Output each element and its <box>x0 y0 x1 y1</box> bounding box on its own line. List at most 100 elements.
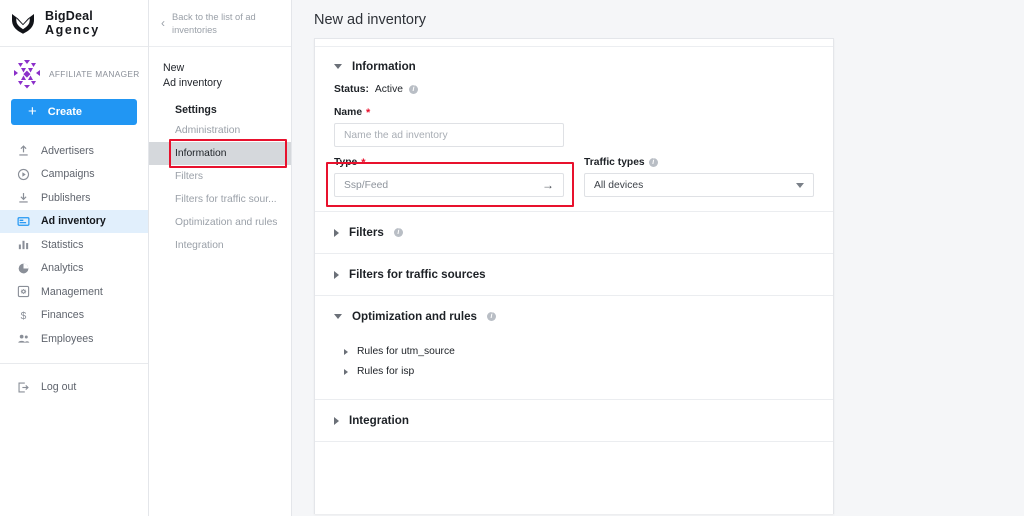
status-badge: Active <box>374 84 403 95</box>
brand-text: BigDeal Agency <box>45 9 100 37</box>
sidebar-item-campaigns[interactable]: Campaigns <box>0 163 148 187</box>
upload-arrow-icon <box>17 144 30 157</box>
subnav-item-integration[interactable]: Integration <box>149 234 291 257</box>
account-block[interactable]: AFFILIATE MANAGER <box>0 47 148 97</box>
caret-down-icon <box>334 314 342 319</box>
subnav-item-filters[interactable]: Filters <box>149 165 291 188</box>
page-title: New ad inventory <box>314 12 427 28</box>
type-label-text: Type <box>334 157 358 168</box>
form-card: Information Status: Active i Name * Name… <box>314 38 834 514</box>
traffic-types-field-group: Traffic types i All devices <box>584 157 814 197</box>
svg-text:$: $ <box>21 311 27 322</box>
sidebar-item-finances[interactable]: $ Finances <box>0 304 148 328</box>
bar-chart-icon <box>17 238 30 251</box>
name-field-label: Name * <box>334 107 564 118</box>
sidebar-item-advertisers[interactable]: Advertisers <box>0 139 148 163</box>
caret-right-icon <box>344 348 348 355</box>
sidebar-item-label: Advertisers <box>41 144 94 157</box>
section-integration-header[interactable]: Integration <box>315 400 833 441</box>
subnav-item-information-wrap: Information <box>149 139 291 169</box>
geometric-avatar-icon <box>12 59 42 89</box>
sidebar-item-management[interactable]: Management <box>0 280 148 304</box>
sidebar-nav: Advertisers Campaigns Publishers Ad inve… <box>0 137 148 399</box>
section-information-header[interactable]: Information <box>315 47 833 73</box>
type-select[interactable]: Ssp/Feed → <box>334 173 564 197</box>
primary-sidebar: BigDeal Agency AFFILIATE MANAGER + Creat… <box>0 0 149 516</box>
name-input-placeholder: Name the ad inventory <box>344 129 448 141</box>
subnav-item-optimization-and-rules[interactable]: Optimization and rules <box>149 211 291 234</box>
subnav-item-filters-traffic-sources[interactable]: Filters for traffic sour... <box>149 188 291 211</box>
info-icon[interactable]: i <box>486 312 496 321</box>
subnav-title-line1: New <box>163 62 185 74</box>
sidebar-item-ad-inventory[interactable]: Ad inventory <box>0 209 148 233</box>
info-icon[interactable]: i <box>648 158 658 167</box>
status-label: Status: <box>334 84 369 95</box>
sidebar-item-statistics[interactable]: Statistics <box>0 233 148 257</box>
brand-name-line2: Agency <box>45 23 100 37</box>
section-title: Information <box>352 60 416 73</box>
subnav-item-information[interactable]: Information <box>149 142 291 166</box>
rule-item-utm-source[interactable]: Rules for utm_source <box>315 337 833 357</box>
brand-name-line1: BigDeal <box>45 9 93 23</box>
secondary-nav-panel: ‹ Back to the list of ad inventories New… <box>149 0 292 516</box>
rule-label: Rules for utm_source <box>357 346 455 357</box>
section-optimization-header[interactable]: Optimization and rules i <box>315 296 833 337</box>
sidebar-item-label: Campaigns <box>41 168 95 181</box>
sidebar-item-label: Employees <box>41 332 94 345</box>
sidebar-item-label: Finances <box>41 309 84 322</box>
required-asterisk: * <box>361 156 366 169</box>
type-select-value: Ssp/Feed <box>344 179 389 191</box>
section-title: Optimization and rules <box>352 310 477 323</box>
info-icon[interactable]: i <box>408 85 418 94</box>
name-input[interactable]: Name the ad inventory <box>334 123 564 147</box>
required-asterisk: * <box>366 106 371 119</box>
sidebar-item-label: Ad inventory <box>41 215 106 228</box>
sidebar-item-label: Publishers <box>41 191 91 204</box>
subnav-title: New Ad inventory <box>149 47 291 93</box>
name-field-group: Name * Name the ad inventory <box>334 95 564 147</box>
section-filters-for-traffic-sources-header[interactable]: Filters for traffic sources <box>315 254 833 295</box>
create-button[interactable]: + Create <box>11 99 137 125</box>
brand-header[interactable]: BigDeal Agency <box>0 0 148 47</box>
info-icon[interactable]: i <box>393 228 403 237</box>
caret-right-icon <box>344 368 348 375</box>
section-filters-header[interactable]: Filters i <box>315 212 833 253</box>
people-icon <box>17 332 30 345</box>
subnav-item-administration[interactable]: Administration <box>149 119 291 142</box>
back-to-list-link[interactable]: ‹ Back to the list of ad inventories <box>149 0 291 47</box>
optimization-rules-list: Rules for utm_source Rules for isp <box>315 337 833 399</box>
sidebar-item-label: Log out <box>41 381 77 394</box>
dollar-sign-icon: $ <box>17 309 30 322</box>
section-information-body: Status: Active i Name * Name the ad inve… <box>315 73 833 211</box>
type-field-label: Type * <box>334 157 564 168</box>
section-optimization-and-rules: Optimization and rules i Rules for utm_s… <box>315 296 833 399</box>
sidebar-item-analytics[interactable]: Analytics <box>0 257 148 281</box>
sidebar-item-logout[interactable]: Log out <box>0 376 148 400</box>
rule-label: Rules for isp <box>357 366 415 377</box>
section-information: Information Status: Active i Name * Name… <box>315 47 833 211</box>
sidebar-item-publishers[interactable]: Publishers <box>0 186 148 210</box>
chevron-left-icon: ‹ <box>161 16 165 30</box>
app-root: BigDeal Agency AFFILIATE MANAGER + Creat… <box>0 0 1024 516</box>
chevron-down-icon <box>796 182 804 188</box>
pie-chart-icon <box>17 262 30 275</box>
traffic-types-select[interactable]: All devices <box>584 173 814 197</box>
traffic-types-field-label: Traffic types i <box>584 157 814 168</box>
status-row: Status: Active i <box>334 73 814 95</box>
shield-chevron-logo-icon <box>10 11 36 35</box>
section-title: Integration <box>349 414 409 427</box>
ad-banner-icon <box>17 215 30 228</box>
section-title: Filters for traffic sources <box>349 268 486 281</box>
arrow-right-icon: → <box>542 178 554 192</box>
sidebar-item-employees[interactable]: Employees <box>0 327 148 351</box>
sidebar-item-label: Management <box>41 285 103 298</box>
section-title: Filters <box>349 226 384 239</box>
logout-arrow-icon <box>17 381 30 394</box>
settings-square-icon <box>17 285 30 298</box>
rule-item-isp[interactable]: Rules for isp <box>315 357 833 377</box>
sidebar-item-label: Analytics <box>41 262 84 275</box>
caret-right-icon <box>334 228 339 237</box>
plus-icon: + <box>28 103 37 120</box>
name-label-text: Name <box>334 107 363 118</box>
main-content: New ad inventory Information Status: Act… <box>292 0 1024 516</box>
